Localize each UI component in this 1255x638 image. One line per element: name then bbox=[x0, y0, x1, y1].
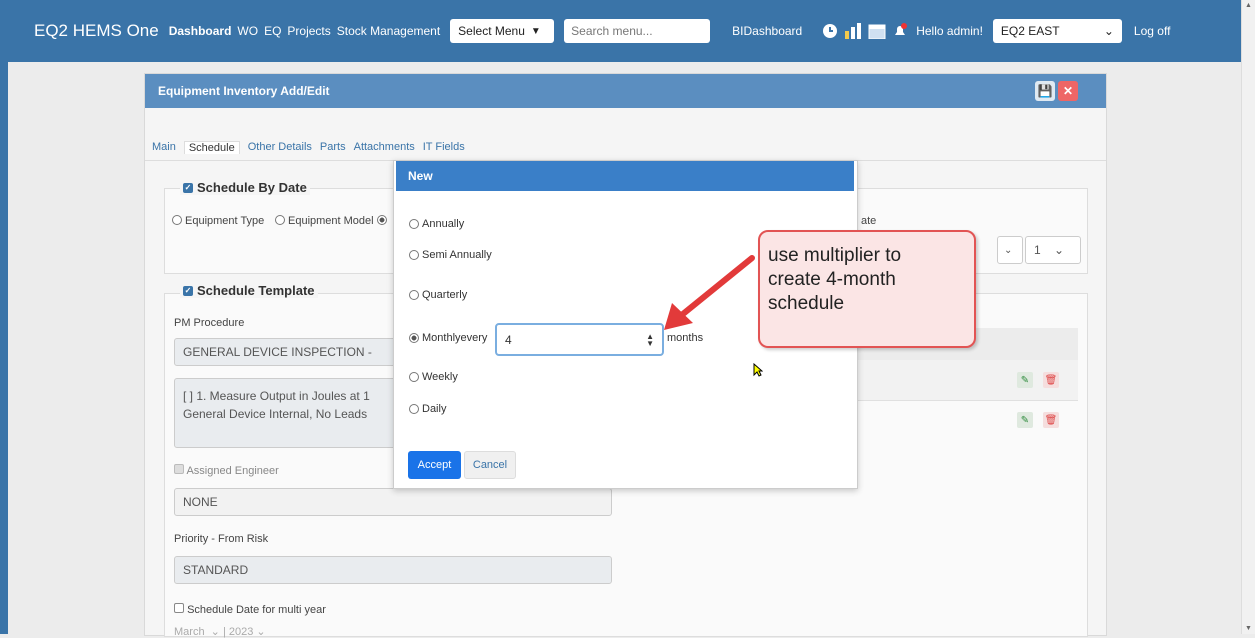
cursor-icon bbox=[753, 363, 763, 377]
callout-text: use multiplier to create 4-month schedul… bbox=[768, 245, 902, 314]
annotation-arrow bbox=[664, 255, 755, 330]
annotation-callout: use multiplier to create 4-month schedul… bbox=[758, 230, 976, 348]
